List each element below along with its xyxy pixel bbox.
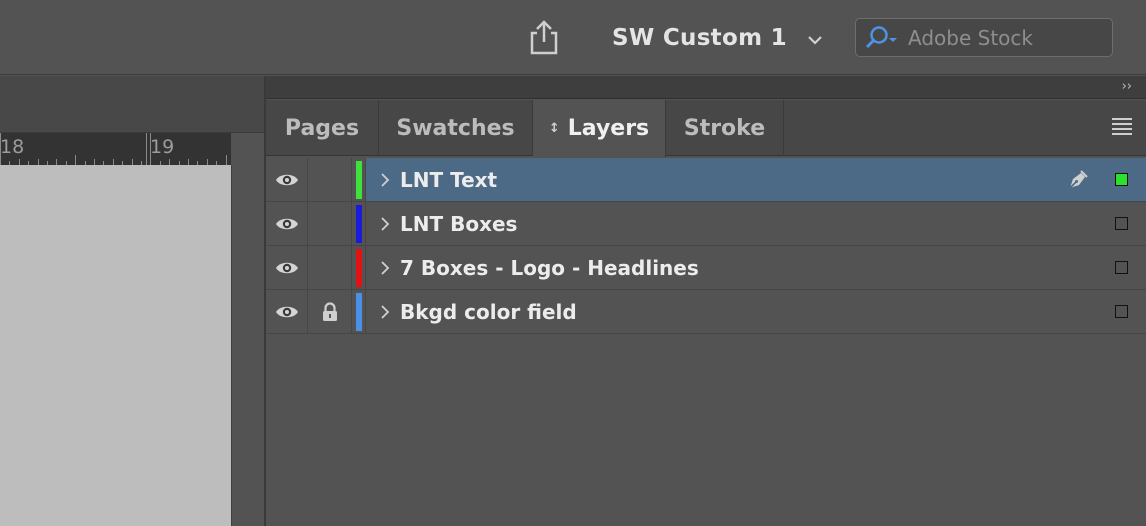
ruler-label: 19: [150, 136, 175, 158]
visibility-toggle[interactable]: [266, 290, 308, 333]
ruler-tick: [75, 155, 77, 165]
up-down-arrows-icon: ↕: [548, 121, 560, 136]
layers-list: LNT Text LNT Boxes 7 Boxes - Logo - Head…: [266, 158, 1146, 334]
eye-icon: [275, 174, 298, 185]
chevron-right-icon[interactable]: [370, 304, 400, 320]
visibility-toggle[interactable]: [266, 202, 308, 245]
layers-panel: ›› Pages Swatches ↕ Layers Stroke LNT Te…: [264, 76, 1146, 526]
layer-name-cell[interactable]: LNT Boxes: [366, 202, 1146, 245]
layer-color-swatch: [352, 290, 366, 333]
chevron-down-icon: [807, 35, 823, 45]
layer-row[interactable]: 7 Boxes - Logo - Headlines: [266, 246, 1146, 290]
layer-color-swatch: [352, 158, 366, 201]
visibility-toggle[interactable]: [266, 246, 308, 289]
chevron-right-icon[interactable]: [370, 216, 400, 232]
layer-name: 7 Boxes - Logo - Headlines: [400, 255, 699, 280]
tab-label: Pages: [284, 115, 360, 141]
panel-collapse-strip: ››: [266, 76, 1146, 99]
layer-target-square[interactable]: [1115, 173, 1128, 186]
ruler-label: 18: [0, 136, 25, 158]
ruler-corner: [231, 133, 264, 165]
visibility-toggle[interactable]: [266, 158, 308, 201]
layer-color-swatch: [352, 246, 366, 289]
ruler-tick: [0, 133, 1, 165]
document-page[interactable]: [0, 165, 231, 526]
ruler-tick: [146, 133, 147, 165]
pen-nib-icon: [1066, 168, 1090, 192]
tab-label: Swatches: [396, 115, 515, 141]
ruler-tick: [225, 155, 227, 165]
eye-icon: [275, 306, 298, 317]
lock-toggle[interactable]: [308, 246, 352, 289]
hamburger-menu-icon[interactable]: [1112, 118, 1132, 135]
tab-label: Layers: [567, 116, 650, 141]
workspace-switcher[interactable]: SW Custom 1: [612, 22, 823, 54]
horizontal-ruler[interactable]: 18 19: [0, 133, 231, 165]
lock-toggle[interactable]: [308, 290, 352, 333]
share-icon: [530, 20, 558, 55]
layer-name-cell[interactable]: Bkgd color field: [366, 290, 1146, 333]
layer-target-square[interactable]: [1115, 261, 1128, 274]
layer-row[interactable]: Bkgd color field: [266, 290, 1146, 334]
ruler-tick: [150, 133, 152, 165]
tab-pages[interactable]: Pages: [266, 100, 379, 156]
layer-target-square[interactable]: [1115, 217, 1128, 230]
layer-name: Bkgd color field: [400, 299, 577, 324]
double-chevron-right-icon[interactable]: ››: [1122, 79, 1132, 94]
layer-target-square[interactable]: [1115, 305, 1128, 318]
tab-label: Stroke: [683, 115, 766, 141]
lock-icon: [322, 301, 337, 321]
layer-name-cell[interactable]: LNT Text: [366, 158, 1146, 201]
lock-toggle[interactable]: [308, 158, 352, 201]
search-icon: [864, 25, 904, 51]
document-tab-bar: [0, 76, 264, 133]
eye-icon: [275, 218, 298, 229]
tab-layers[interactable]: ↕ Layers: [533, 100, 666, 157]
chevron-right-icon[interactable]: [370, 260, 400, 276]
application-bar: SW Custom 1 Adobe Stock: [0, 0, 1146, 75]
adobe-stock-placeholder: Adobe Stock: [908, 25, 1033, 50]
tab-stroke[interactable]: Stroke: [666, 100, 784, 156]
share-button[interactable]: [524, 18, 564, 56]
layer-name-cell[interactable]: 7 Boxes - Logo - Headlines: [366, 246, 1146, 289]
eye-icon: [275, 262, 298, 273]
document-area: 18 19: [0, 76, 264, 526]
layer-color-swatch: [352, 202, 366, 245]
layer-name: LNT Boxes: [400, 211, 518, 236]
chevron-right-icon[interactable]: [370, 172, 400, 188]
lock-toggle[interactable]: [308, 202, 352, 245]
layer-row[interactable]: LNT Boxes: [266, 202, 1146, 246]
adobe-stock-search-input[interactable]: Adobe Stock: [855, 18, 1113, 57]
layer-row[interactable]: LNT Text: [266, 158, 1146, 202]
vertical-scrollbar[interactable]: [231, 165, 264, 526]
tab-swatches[interactable]: Swatches: [379, 100, 533, 156]
panel-tab-bar: Pages Swatches ↕ Layers Stroke: [266, 100, 1146, 157]
layer-name: LNT Text: [400, 167, 498, 192]
workspace-label: SW Custom 1: [612, 25, 787, 51]
